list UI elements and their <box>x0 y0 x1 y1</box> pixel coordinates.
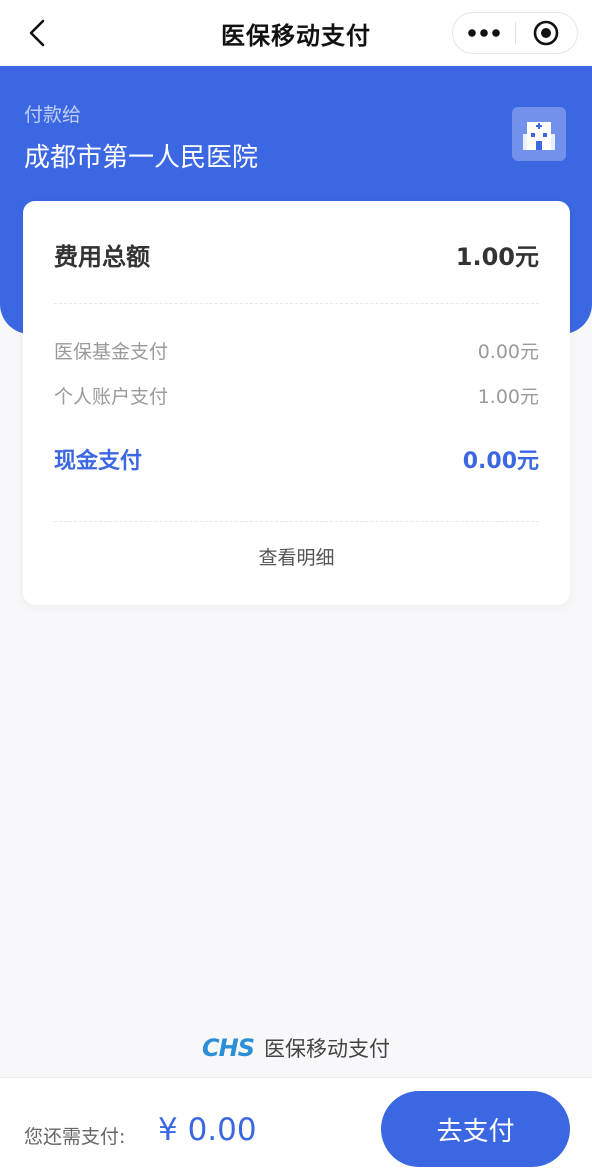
brand-footer: CHS 医保移动支付 <box>0 1033 592 1063</box>
bottom-action-bar: 您还需支付: ¥ 0.00 去支付 <box>0 1077 592 1173</box>
remain-amount: ¥ 0.00 <box>158 1112 257 1148</box>
brand-text: 医保移动支付 <box>263 1037 390 1061</box>
divider <box>54 303 539 304</box>
personal-label: 个人账户支付 <box>54 385 169 408</box>
remain-label: 您还需支付: <box>24 1126 126 1148</box>
total-value: 1.00元 <box>455 242 539 271</box>
more-button[interactable] <box>453 13 515 53</box>
fund-row: 医保基金支付 0.00元 <box>54 335 539 365</box>
pay-button[interactable]: 去支付 <box>381 1091 570 1167</box>
chs-logo: CHS <box>202 1034 255 1062</box>
total-row: 费用总额 1.00元 <box>54 234 539 274</box>
page-title: 医保移动支付 <box>221 21 371 50</box>
chevron-left-icon <box>29 19 45 47</box>
cash-row: 现金支付 0.00元 <box>54 441 539 477</box>
target-circle-icon <box>533 20 559 46</box>
close-button[interactable] <box>516 13 578 53</box>
divider <box>54 521 539 522</box>
total-label: 费用总额 <box>54 242 150 271</box>
fund-value: 0.00元 <box>477 340 539 363</box>
nav-bar: 医保移动支付 <box>0 0 592 66</box>
payment-summary-card: 费用总额 1.00元 医保基金支付 0.00元 个人账户支付 1.00元 现金支… <box>23 201 570 605</box>
hospital-name: 成都市第一人民医院 <box>24 143 259 173</box>
mini-program-capsule <box>452 12 578 54</box>
more-dots-icon <box>467 29 500 37</box>
personal-value: 1.00元 <box>477 385 539 408</box>
hospital-building-icon <box>512 107 566 161</box>
fund-label: 医保基金支付 <box>54 340 169 363</box>
cash-value: 0.00元 <box>462 449 539 474</box>
back-button[interactable] <box>22 18 52 48</box>
view-detail-link[interactable]: 查看明细 <box>23 543 570 570</box>
pay-to-label: 付款给 <box>24 104 82 126</box>
cash-label: 现金支付 <box>54 449 143 474</box>
personal-row: 个人账户支付 1.00元 <box>54 380 539 410</box>
